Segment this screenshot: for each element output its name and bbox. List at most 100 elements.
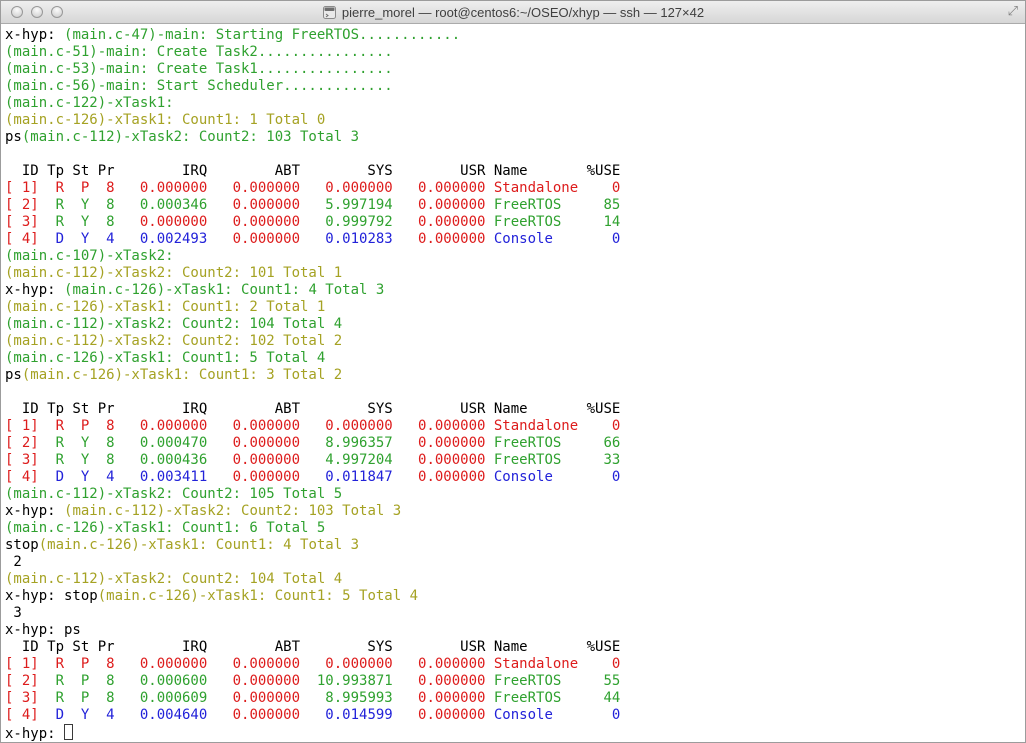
terminal-text-segment: (main.c-126)-xTask1: Count1: 5 Total 4 (5, 350, 326, 366)
terminal-text-segment: (main.c-126)-xTask1: Count1: 5 Total 4 (97, 588, 419, 604)
terminal-text-segment: 0.000000 (207, 673, 301, 689)
terminal-text-segment: (main.c-126)-xTask1: Count1: 2 Total 1 (5, 299, 326, 315)
terminal-line: (main.c-126)-xTask1: Count1: 2 Total 1 (5, 299, 1025, 316)
terminal-line: 3 (5, 605, 1025, 622)
terminal-line: (main.c-56)-main: Start Scheduler.......… (5, 78, 1025, 95)
terminal-text-segment: 0.014599 (300, 707, 393, 723)
terminal-screen[interactable]: x-hyp: (main.c-47)-main: Starting FreeRT… (1, 24, 1025, 742)
terminal-text-segment: 0.000000 (207, 707, 301, 723)
terminal-text-segment: (main.c-126)-xTask1: Count1: 1 Total 0 (5, 112, 326, 128)
terminal-line: (main.c-126)-xTask1: Count1: 6 Total 5 (5, 520, 1025, 537)
terminal-line: ID Tp St Pr IRQ ABT SYS USR Name %USE (5, 639, 1025, 656)
terminal-text-segment: 0.000000 (207, 452, 301, 468)
terminal-text-segment: 0.000000 (392, 214, 486, 230)
terminal-text-segment: [ 2] (5, 435, 39, 451)
terminal-line: (main.c-126)-xTask1: Count1: 1 Total 0 (5, 112, 1025, 129)
terminal-text-segment: 0.000000 (392, 707, 486, 723)
terminal-line: [ 2] R P 8 0.000600 0.000000 10.993871 0… (5, 673, 1025, 690)
terminal-text-segment: ID Tp St Pr IRQ ABT SYS USR Name %USE (5, 639, 621, 655)
terminal-line: [ 3] R Y 8 0.000000 0.000000 0.999792 0.… (5, 214, 1025, 231)
terminal-text-segment: [ 3] (5, 690, 39, 706)
terminal-text-segment: 0.000000 (392, 435, 486, 451)
terminal-line: [ 4] D Y 4 0.004640 0.000000 0.014599 0.… (5, 707, 1025, 724)
terminal-text-segment: (main.c-112)-xTask2: Count2: 102 Total 2 (5, 333, 343, 349)
terminal-text-segment: (main.c-112)-xTask2: Count2: 103 Total 3 (64, 503, 402, 519)
terminal-line: (main.c-112)-xTask2: Count2: 101 Total 1 (5, 265, 1025, 282)
terminal-text-segment: ps (5, 129, 22, 145)
terminal-text-segment: (main.c-112)-xTask2: Count2: 103 Total 3 (21, 129, 360, 145)
terminal-line: x-hyp: (5, 724, 1025, 742)
terminal-line: (main.c-112)-xTask2: Count2: 105 Total 5 (5, 486, 1025, 503)
terminal-line: (main.c-122)-xTask1: (5, 95, 1025, 112)
terminal-line: [ 2] R Y 8 0.000470 0.000000 8.996357 0.… (5, 435, 1025, 452)
terminal-text-segment: FreeRTOS 55 (485, 673, 621, 689)
terminal-text-segment: 0.000000 (392, 197, 486, 213)
terminal-text-segment: 0.000000 (207, 197, 301, 213)
terminal-text-segment: FreeRTOS 66 (485, 435, 621, 451)
terminal-line: [ 3] R Y 8 0.000436 0.000000 4.997204 0.… (5, 452, 1025, 469)
terminal-text-segment: 8.995993 (300, 690, 393, 706)
terminal-text-segment: 4.997204 (300, 452, 393, 468)
close-button[interactable] (11, 6, 23, 18)
window-title-area: pierre_morel — root@centos6:~/OSEO/xhyp … (322, 5, 704, 20)
terminal-line: (main.c-126)-xTask1: Count1: 5 Total 4 (5, 350, 1025, 367)
window-controls (11, 6, 63, 18)
terminal-text-segment: (main.c-112)-xTask2: Count2: 101 Total 1 (5, 265, 343, 281)
terminal-text-segment: stop (5, 537, 39, 553)
terminal-text-segment: D Y 4 0.003411 (38, 469, 208, 485)
terminal-line: (main.c-53)-main: Create Task1..........… (5, 61, 1025, 78)
terminal-line: [ 1] R P 8 0.000000 0.000000 0.000000 0.… (5, 180, 1025, 197)
terminal-line: [ 1] R P 8 0.000000 0.000000 0.000000 0.… (5, 656, 1025, 673)
terminal-text-segment: [ 1] R P 8 0.000000 0.000000 0.000000 0.… (5, 656, 621, 672)
terminal-text-segment: x-hyp: (5, 503, 65, 519)
terminal-text-segment: 0.000000 (392, 231, 486, 247)
terminal-text-segment: Console 0 (485, 469, 621, 485)
terminal-text-segment: 0.000000 (207, 690, 301, 706)
terminal-text-segment: [ 4] (5, 231, 39, 247)
terminal-text-segment: Console 0 (485, 707, 621, 723)
terminal-line: 2 (5, 554, 1025, 571)
terminal-line: (main.c-107)-xTask2: (5, 248, 1025, 265)
terminal-line: [ 3] R P 8 0.000609 0.000000 8.995993 0.… (5, 690, 1025, 707)
terminal-text-segment: [ 2] (5, 673, 39, 689)
terminal-text-segment: R Y 8 0.000470 (38, 435, 208, 451)
terminal-text-segment: (main.c-126)-xTask1: Count1: 4 Total 3 (38, 537, 360, 553)
terminal-text-segment: (main.c-112)-xTask2: Count2: 105 Total 5 (5, 486, 343, 502)
zoom-button[interactable] (51, 6, 63, 18)
terminal-text-segment: ps (5, 367, 22, 383)
terminal-text-segment: D Y 4 0.004640 (38, 707, 208, 723)
terminal-line: [ 1] R P 8 0.000000 0.000000 0.000000 0.… (5, 418, 1025, 435)
title-bar[interactable]: pierre_morel — root@centos6:~/OSEO/xhyp … (1, 1, 1025, 24)
terminal-text-segment: (main.c-56)-main: Start Scheduler.......… (5, 78, 393, 94)
terminal-text-segment: (main.c-112)-xTask2: Count2: 104 Total 4 (5, 571, 343, 587)
terminal-line: x-hyp: (main.c-126)-xTask1: Count1: 4 To… (5, 282, 1025, 299)
terminal-text-segment: FreeRTOS 14 (485, 214, 621, 230)
terminal-text-segment: 10.993871 (300, 673, 393, 689)
terminal-text-segment: FreeRTOS 33 (485, 452, 621, 468)
terminal-text-segment: 5.997194 (300, 197, 393, 213)
terminal-text-segment: ID Tp St Pr IRQ ABT SYS USR Name %USE (5, 163, 621, 179)
minimize-button[interactable] (31, 6, 43, 18)
terminal-line: ID Tp St Pr IRQ ABT SYS USR Name %USE (5, 401, 1025, 418)
terminal-line: (main.c-112)-xTask2: Count2: 104 Total 4 (5, 316, 1025, 333)
terminal-line: [ 2] R Y 8 0.000346 0.000000 5.997194 0.… (5, 197, 1025, 214)
terminal-document-icon (322, 5, 337, 20)
terminal-text-segment: 0.000000 (207, 469, 301, 485)
terminal-line: ps(main.c-112)-xTask2: Count2: 103 Total… (5, 129, 1025, 146)
terminal-text-segment: [ 2] (5, 197, 39, 213)
terminal-line: stop(main.c-126)-xTask1: Count1: 4 Total… (5, 537, 1025, 554)
terminal-text-segment: [ 4] (5, 707, 39, 723)
terminal-text-segment: (main.c-53)-main: Create Task1..........… (5, 61, 393, 77)
terminal-line: ID Tp St Pr IRQ ABT SYS USR Name %USE (5, 163, 1025, 180)
fullscreen-icon[interactable]: ⤢ (1008, 4, 1018, 20)
terminal-text-segment: 0.011847 (300, 469, 393, 485)
terminal-text-segment: [ 1] R P 8 0.000000 0.000000 0.000000 0.… (5, 180, 621, 196)
terminal-text-segment: (main.c-122)-xTask1: (5, 95, 174, 111)
terminal-text-segment: (main.c-126)-xTask1: Count1: 6 Total 5 (5, 520, 326, 536)
terminal-text-segment: ID Tp St Pr IRQ ABT SYS USR Name %USE (5, 401, 621, 417)
terminal-text-segment: 0.000000 (392, 452, 486, 468)
terminal-cursor (64, 724, 74, 740)
terminal-text-segment: D Y 4 0.002493 (38, 231, 208, 247)
